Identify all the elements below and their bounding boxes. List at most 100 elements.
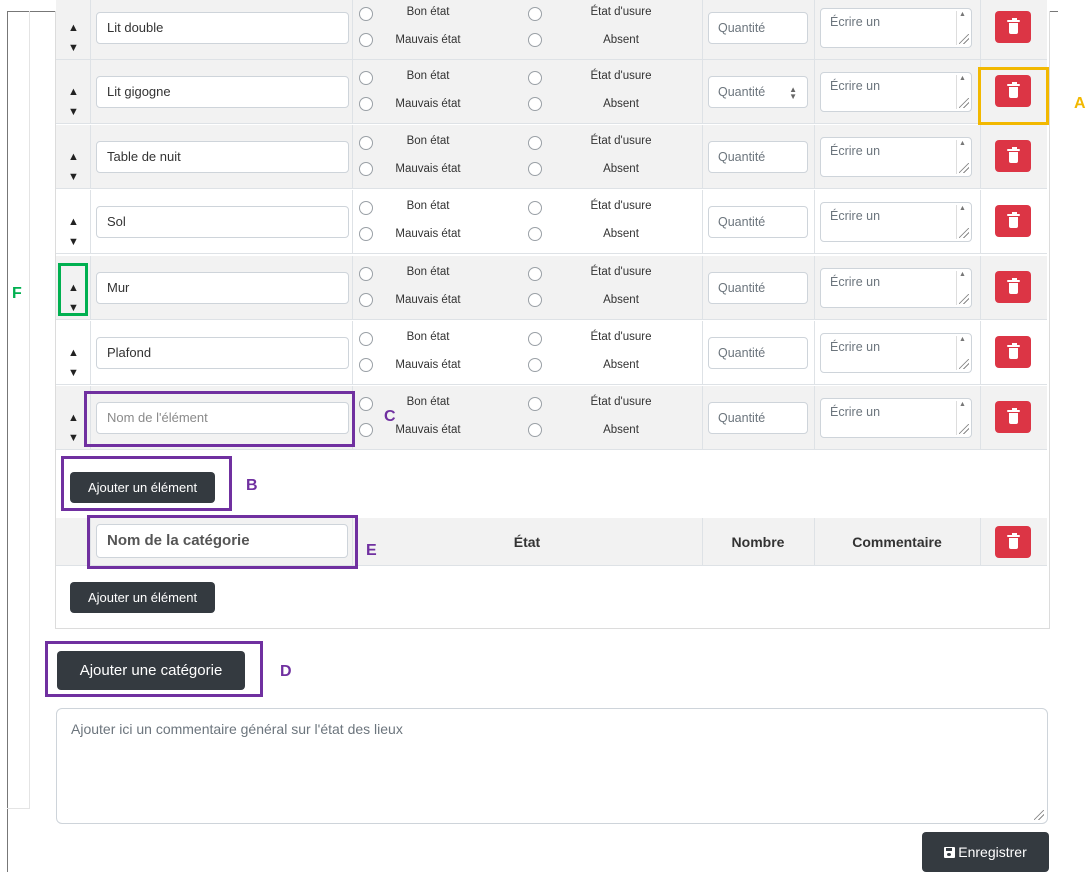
scrollbar[interactable]: ▲ — [956, 336, 969, 370]
quantity-input[interactable]: Quantité — [708, 272, 808, 304]
comment-textarea[interactable]: Écrire un ▲ — [820, 8, 972, 48]
scroll-up-icon[interactable]: ▲ — [959, 75, 966, 83]
radio-bad[interactable] — [359, 293, 373, 307]
radio-worn[interactable] — [528, 397, 542, 411]
scroll-up-icon[interactable]: ▲ — [959, 205, 966, 213]
sort-handle-icon[interactable]: ▲ ▼ — [68, 212, 79, 248]
scrollbar[interactable]: ▲ — [956, 205, 969, 239]
radio-worn[interactable] — [528, 7, 542, 21]
annotation-box-a — [978, 67, 1049, 125]
scrollbar[interactable]: ▲ — [956, 11, 969, 45]
comment-textarea[interactable]: Écrire un ▲ — [820, 268, 972, 308]
radio-good[interactable] — [359, 71, 373, 85]
quantity-input[interactable]: Quantité — [708, 402, 808, 434]
radio-good[interactable] — [359, 332, 373, 346]
element-name-input[interactable]: Sol — [96, 206, 349, 238]
scroll-up-icon[interactable]: ▲ — [959, 401, 966, 409]
scrollbar[interactable]: ▲ — [956, 401, 969, 435]
element-name-input[interactable]: Table de nuit — [96, 141, 349, 173]
label-bad: Mauvais état — [395, 359, 461, 371]
label-bad: Mauvais état — [395, 228, 461, 240]
scroll-up-icon[interactable]: ▲ — [959, 11, 966, 19]
resize-handle-icon[interactable] — [959, 163, 969, 173]
sort-handle-icon[interactable]: ▲ ▼ — [68, 343, 79, 379]
resize-handle-icon[interactable] — [959, 98, 969, 108]
resize-handle-icon[interactable] — [959, 34, 969, 44]
resize-handle-icon[interactable] — [959, 359, 969, 369]
radio-worn[interactable] — [528, 136, 542, 150]
resize-handle-icon[interactable] — [959, 424, 969, 434]
radio-bad[interactable] — [359, 423, 373, 437]
radio-worn[interactable] — [528, 71, 542, 85]
action-cell — [980, 321, 1047, 384]
quantity-placeholder: Quantité — [718, 150, 766, 164]
scrollbar[interactable]: ▲ — [956, 140, 969, 174]
radio-good[interactable] — [359, 397, 373, 411]
general-comment-textarea[interactable]: Ajouter ici un commentaire général sur l… — [56, 708, 1048, 824]
comment-cell: Écrire un ▲ — [814, 386, 981, 449]
action-cell — [980, 125, 1047, 188]
radio-bad[interactable] — [359, 33, 373, 47]
delete-category-button[interactable] — [995, 526, 1031, 558]
sort-handle-icon[interactable]: ▲ ▼ — [68, 18, 79, 54]
label-absent: Absent — [603, 294, 639, 306]
radio-good[interactable] — [359, 267, 373, 281]
quantity-cell: Quantité — [702, 125, 815, 188]
quantity-input[interactable]: Quantité — [708, 337, 808, 369]
scrollbar[interactable]: ▲ — [956, 271, 969, 305]
radio-absent[interactable] — [528, 97, 542, 111]
resize-handle-icon[interactable] — [959, 294, 969, 304]
radio-good[interactable] — [359, 7, 373, 21]
delete-element-button[interactable] — [995, 11, 1031, 43]
comment-textarea[interactable]: Écrire un ▲ — [820, 398, 972, 438]
radio-worn[interactable] — [528, 332, 542, 346]
comment-textarea[interactable]: Écrire un ▲ — [820, 333, 972, 373]
quantity-input[interactable]: Quantité — [708, 141, 808, 173]
comment-textarea[interactable]: Écrire un ▲ — [820, 72, 972, 112]
element-name-input[interactable]: Lit gigogne — [96, 76, 349, 108]
radio-absent[interactable] — [528, 162, 542, 176]
radio-bad[interactable] — [359, 227, 373, 241]
resize-handle-icon[interactable] — [1034, 810, 1044, 820]
radio-bad[interactable] — [359, 97, 373, 111]
delete-element-button[interactable] — [995, 401, 1031, 433]
radio-good[interactable] — [359, 136, 373, 150]
comment-cell: Écrire un ▲ — [814, 321, 981, 384]
radio-worn[interactable] — [528, 267, 542, 281]
delete-element-button[interactable] — [995, 140, 1031, 172]
radio-absent[interactable] — [528, 293, 542, 307]
radio-good[interactable] — [359, 201, 373, 215]
save-button[interactable]: Enregistrer — [922, 832, 1049, 872]
scroll-up-icon[interactable]: ▲ — [959, 140, 966, 148]
radio-absent[interactable] — [528, 227, 542, 241]
delete-element-button[interactable] — [995, 271, 1031, 303]
scroll-up-icon[interactable]: ▲ — [959, 271, 966, 279]
radio-absent[interactable] — [528, 33, 542, 47]
delete-element-button[interactable] — [995, 205, 1031, 237]
sort-handle-icon[interactable]: ▲ ▼ — [68, 408, 79, 444]
radio-worn[interactable] — [528, 201, 542, 215]
spinner-arrows-icon[interactable]: ▲ ▼ — [789, 86, 797, 101]
sort-handle-icon[interactable]: ▲ ▼ — [68, 147, 79, 183]
comment-textarea[interactable]: Écrire un ▲ — [820, 137, 972, 177]
radio-absent[interactable] — [528, 423, 542, 437]
sort-handle-icon[interactable]: ▲ ▼ — [68, 82, 79, 118]
quantity-input[interactable]: Quantité — [708, 206, 808, 238]
label-bad: Mauvais état — [395, 34, 461, 46]
resize-handle-icon[interactable] — [959, 228, 969, 238]
quantity-input[interactable]: Quantité — [708, 12, 808, 44]
element-name-input[interactable]: Lit double — [96, 12, 349, 44]
element-name-input[interactable]: Mur — [96, 272, 349, 304]
comment-textarea[interactable]: Écrire un ▲ — [820, 202, 972, 242]
radio-bad[interactable] — [359, 358, 373, 372]
quantity-input[interactable]: Quantité ▲ ▼ — [708, 76, 808, 108]
add-element-button-2[interactable]: Ajouter un élément — [70, 582, 215, 613]
radio-bad[interactable] — [359, 162, 373, 176]
element-name-input[interactable]: Plafond — [96, 337, 349, 369]
table-row: ▲ ▼ Plafond Bon état État d'usure Mauvais éta… — [56, 321, 1047, 385]
state-cell: Bon état État d'usure Mauvais état Absent — [352, 60, 703, 123]
scroll-up-icon[interactable]: ▲ — [959, 336, 966, 344]
delete-element-button[interactable] — [995, 336, 1031, 368]
scrollbar[interactable]: ▲ — [956, 75, 969, 109]
radio-absent[interactable] — [528, 358, 542, 372]
